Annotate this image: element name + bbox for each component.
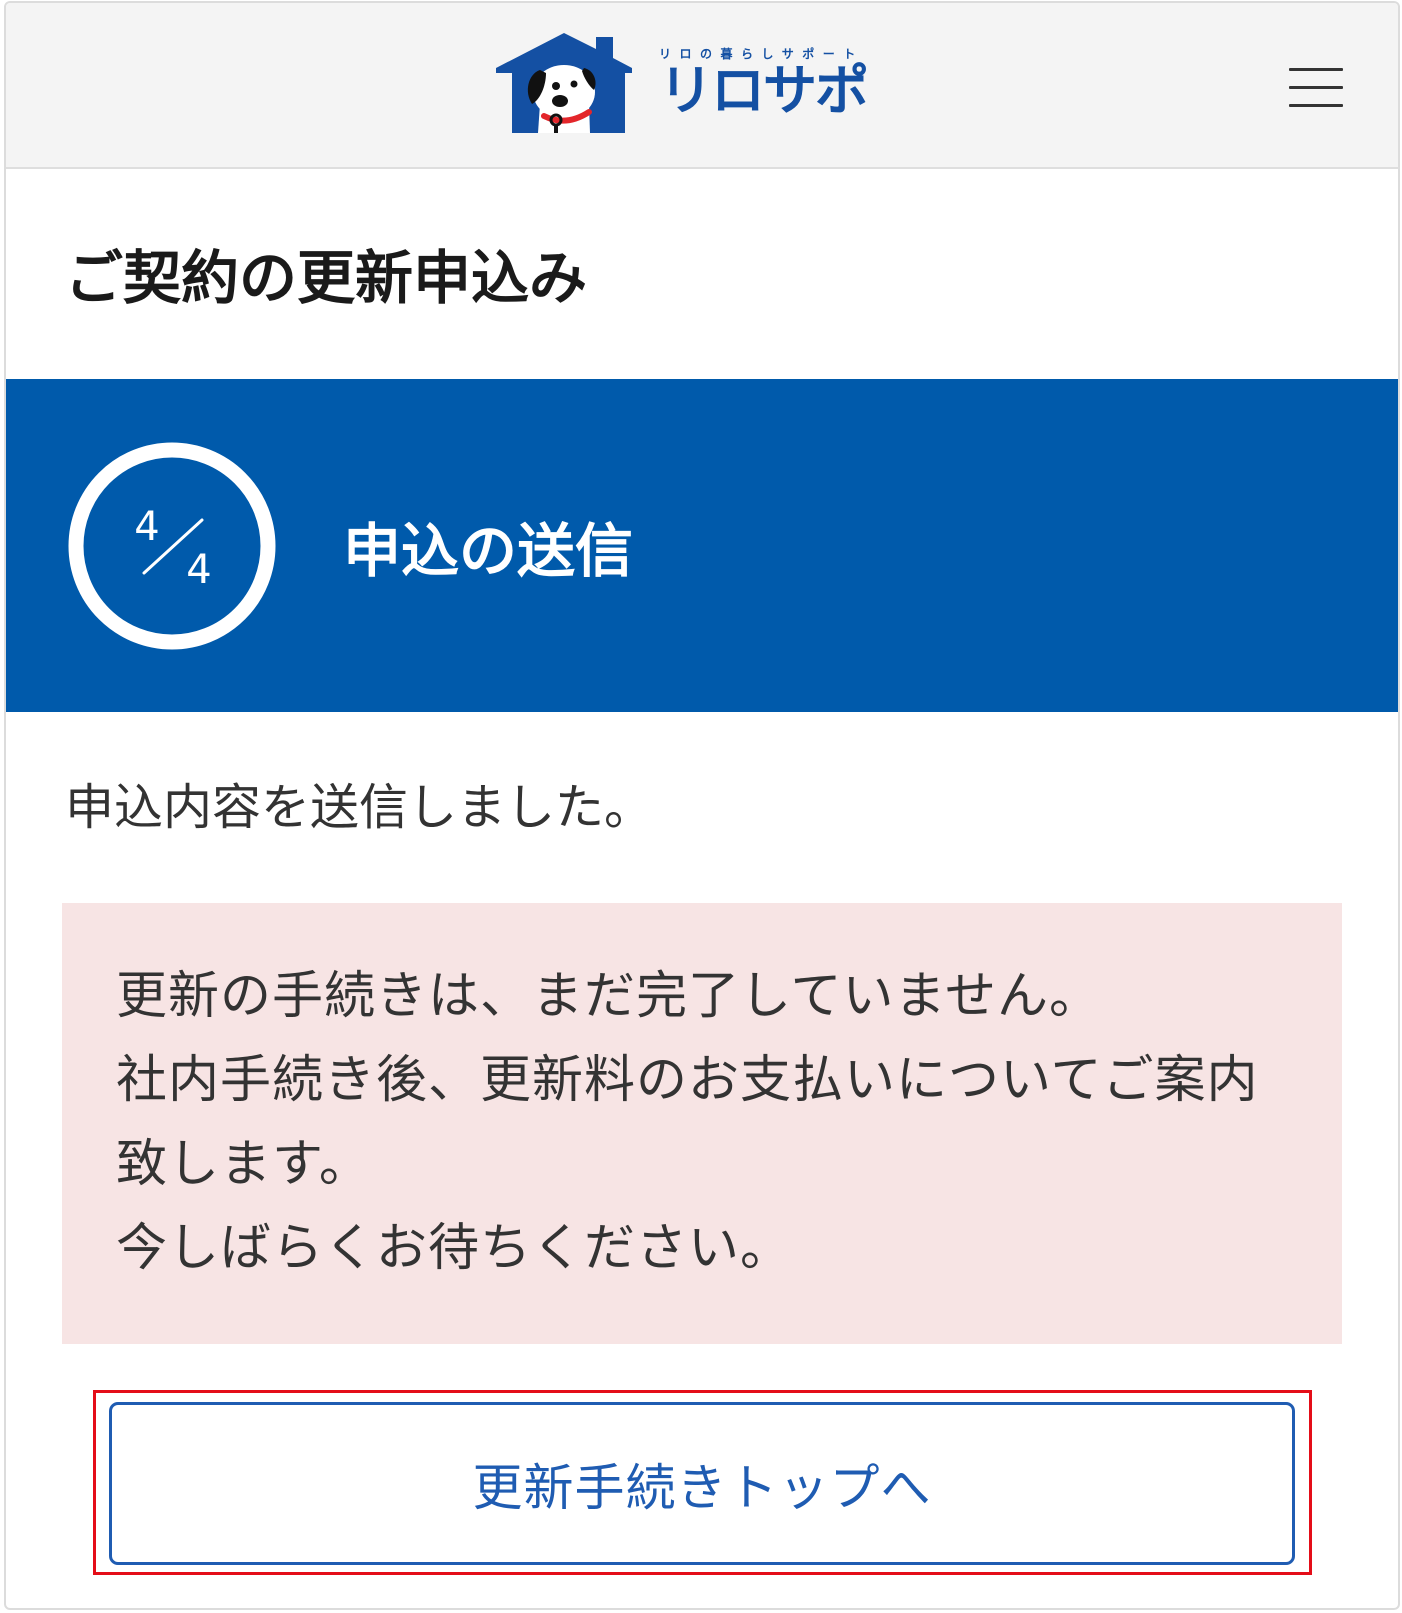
- notice-line: 更新の手続きは、まだ完了していません。: [116, 967, 1101, 1026]
- page-title: ご契約の更新申込み: [65, 244, 588, 312]
- menu-line: [1289, 86, 1343, 89]
- key-blade: [554, 124, 558, 133]
- house-dog-logo-icon: [496, 33, 632, 133]
- step-total-number: 4: [186, 547, 211, 593]
- step-progress-ring: 4 4: [68, 442, 276, 650]
- sent-message: 申込内容を送信しました。: [65, 779, 654, 836]
- step-banner: 4 4 申込の送信: [6, 379, 1398, 712]
- dog-eye: [570, 80, 578, 88]
- logo-name: リロサポ: [659, 59, 869, 122]
- renewal-top-button[interactable]: 更新手続きトップへ: [109, 1402, 1295, 1565]
- notice-line: 今しばらくお待ちください。: [116, 1219, 793, 1278]
- menu-line: [1289, 104, 1343, 107]
- menu-button[interactable]: [1281, 58, 1351, 118]
- dog-nose: [552, 95, 568, 107]
- hamburger-menu-icon: [1281, 58, 1351, 118]
- notice-line: 社内手続き後、更新料のお支払いについてご案内致します。: [116, 1051, 1259, 1194]
- step-current-number: 4: [134, 504, 159, 550]
- logo-link[interactable]: リロの暮らしサポート リロサポ: [494, 25, 884, 141]
- notice-box: 更新の手続きは、まだ完了していません。 社内手続き後、更新料のお支払いについてご…: [62, 903, 1342, 1344]
- menu-line: [1289, 68, 1343, 71]
- site-header: リロの暮らしサポート リロサポ: [6, 3, 1398, 169]
- step-label: 申込の送信: [343, 517, 634, 585]
- page-frame: リロの暮らしサポート リロサポ ご契約の更新申込み 4 4 申込の送信 申込内容…: [4, 1, 1400, 1610]
- dog-eye: [552, 82, 560, 90]
